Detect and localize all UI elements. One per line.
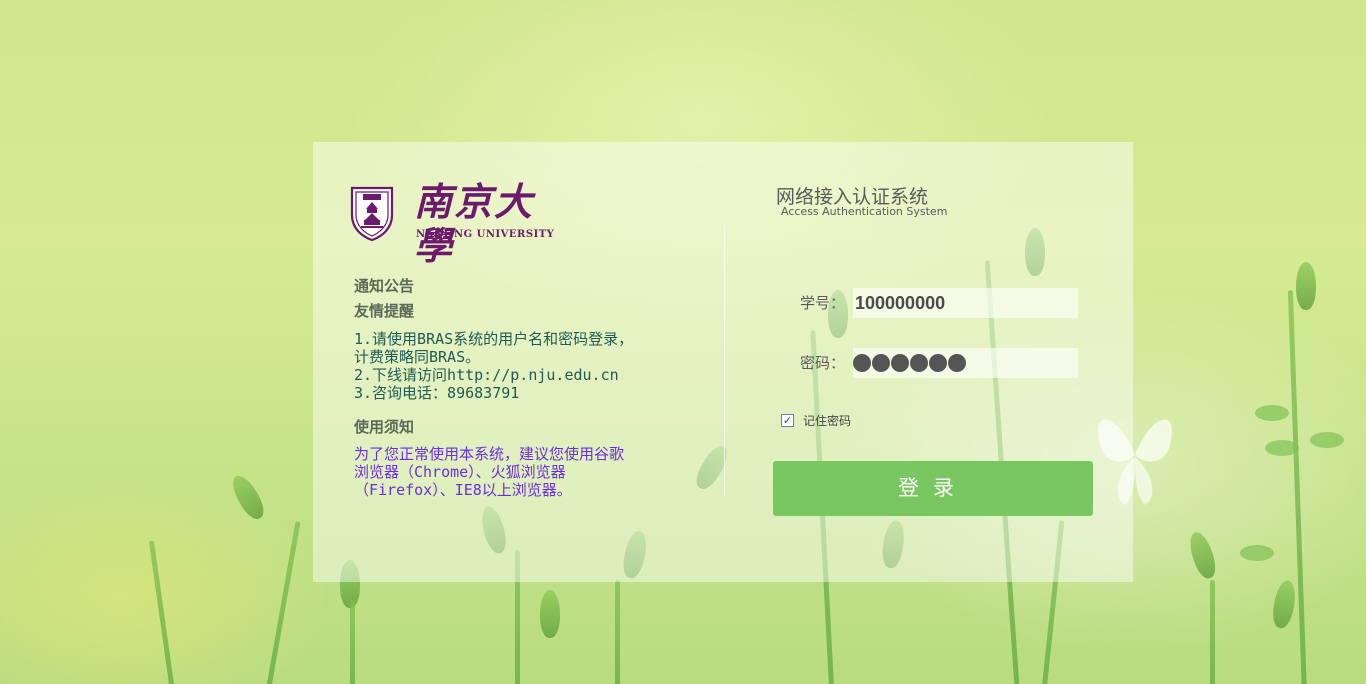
- university-name-english: NANJING UNIVERSITY: [416, 229, 555, 240]
- background-stem: [615, 580, 620, 684]
- password-dot: [929, 354, 947, 372]
- usage-heading: 使用须知: [354, 418, 415, 436]
- usage-line: 浏览器（Chrome）、火狐浏览器: [354, 463, 566, 481]
- reminder-line: 2.下线请访问http://p.nju.edu.cn: [354, 366, 619, 384]
- background-stem: [264, 520, 301, 684]
- notice-heading: 通知公告: [354, 277, 415, 295]
- password-label: 密码：: [800, 354, 846, 372]
- reminder-list: 1.请使用BRAS系统的用户名和密码登录， 计费策略同BRAS。 2.下线请访问…: [354, 330, 694, 402]
- university-crest-icon: [350, 186, 394, 241]
- username-input[interactable]: [853, 288, 1078, 318]
- password-dot: [948, 354, 966, 372]
- background-stem: [1287, 290, 1308, 684]
- background-bud: [1185, 529, 1220, 582]
- background-leaf: [1240, 545, 1274, 561]
- password-dot: [872, 354, 890, 372]
- remember-label: 记住密码: [803, 414, 852, 428]
- reminder-line: 3.咨询电话：89683791: [354, 384, 520, 402]
- background-leaf: [1265, 440, 1299, 456]
- background-stem: [350, 600, 355, 684]
- usage-notes: 为了您正常使用本系统，建议您使用谷歌 浏览器（Chrome）、火狐浏览器 （Fi…: [354, 445, 694, 499]
- background-stem: [1210, 580, 1215, 684]
- password-dot: [891, 354, 909, 372]
- butterfly-icon: [1098, 419, 1172, 505]
- background-bud: [1270, 578, 1299, 630]
- reminder-line: 计费策略同BRAS。: [354, 348, 481, 366]
- background-bud: [540, 590, 560, 638]
- system-subtitle: Access Authentication System: [781, 205, 948, 218]
- background-bud: [1296, 262, 1316, 310]
- usage-line: 为了您正常使用本系统，建议您使用谷歌: [354, 445, 625, 463]
- remember-checkbox[interactable]: ✓: [781, 414, 794, 427]
- usage-line: （Firefox）、IE8以上浏览器。: [354, 481, 572, 499]
- password-dot: [910, 354, 928, 372]
- university-name-chinese: 南京大學: [414, 179, 535, 268]
- background-bud: [227, 471, 269, 523]
- remember-password[interactable]: ✓ 记住密码: [781, 412, 851, 429]
- reminder-heading: 友情提醒: [354, 302, 415, 320]
- login-button[interactable]: 登录: [773, 461, 1093, 516]
- reminder-line: 1.请使用BRAS系统的用户名和密码登录，: [354, 330, 634, 348]
- password-dot: [853, 354, 871, 372]
- password-mask: [853, 351, 966, 375]
- background-stem: [148, 540, 177, 684]
- panel-divider: [724, 225, 725, 495]
- username-label: 学号：: [800, 294, 846, 312]
- background-leaf: [1255, 405, 1289, 421]
- background-leaf: [1310, 432, 1344, 448]
